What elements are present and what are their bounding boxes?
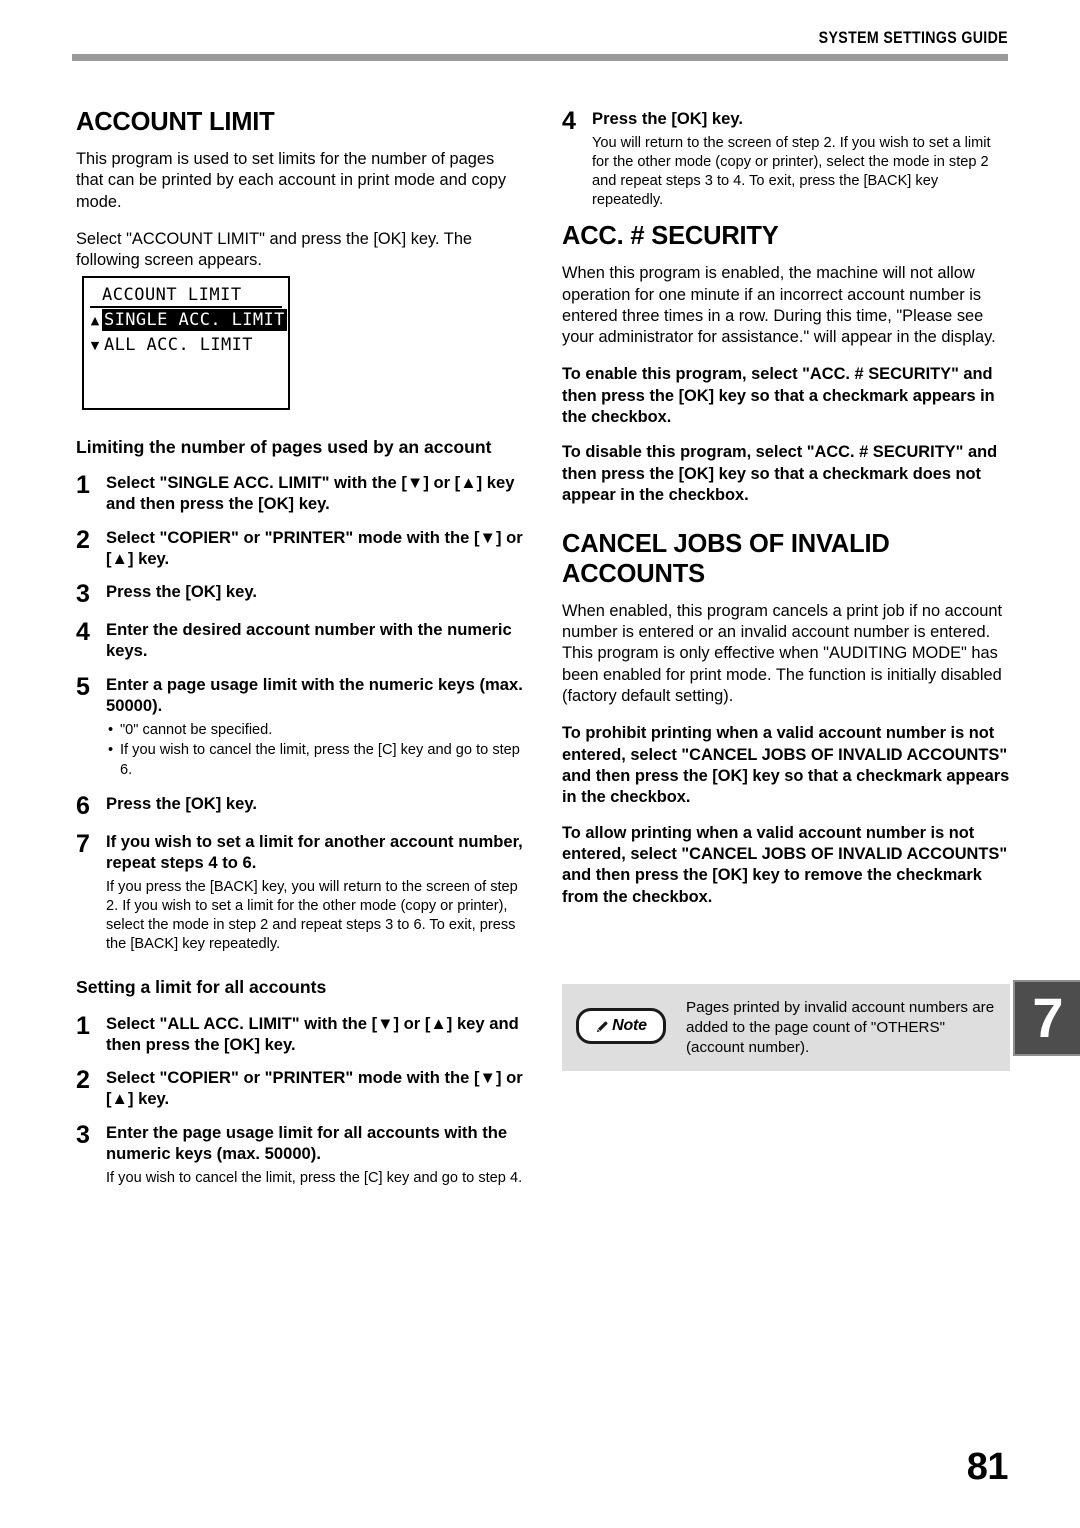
section-title-acc-security: ACC. # SECURITY [562, 222, 779, 251]
step-text: Press the [OK] key. [106, 793, 257, 813]
acc-security-enable-paragraph: To enable this program, select "ACC. # S… [562, 365, 995, 427]
step-item: 4 Press the [OK] key. You will return to… [562, 108, 1010, 210]
right-column: 4 Press the [OK] key. You will return to… [562, 108, 1010, 922]
step-number: 3 [76, 1120, 90, 1149]
cancel-jobs-paragraph: When enabled, this program cancels a pri… [562, 601, 1003, 705]
note-badge: Note [576, 1008, 666, 1044]
step-number: 1 [76, 1011, 90, 1040]
lcd-row-single-acc-limit: ▲ SINGLE ACC. LIMIT [84, 308, 288, 333]
pencil-icon [596, 1021, 608, 1032]
note-box: Note Pages printed by invalid account nu… [562, 984, 1010, 1071]
left-column: ACCOUNT LIMIT This program is used to se… [76, 108, 524, 1200]
subsection-title-all-accounts: Setting a limit for all accounts [76, 977, 327, 998]
header-divider [72, 53, 1008, 61]
bullet-item: If you wish to cancel the limit, press t… [106, 741, 524, 780]
page-title: ACCOUNT LIMIT [76, 108, 275, 136]
step-text: Press the [OK] key. [106, 582, 257, 602]
step-item: 2 Select "COPIER" or "PRINTER" mode with… [76, 527, 524, 569]
cancel-jobs-prohibit-paragraph: To prohibit printing when a valid accoun… [562, 724, 1010, 807]
step-number: 2 [76, 1066, 90, 1095]
step-item: 5 Enter a page usage limit with the nume… [76, 674, 524, 781]
intro-paragraph: This program is used to set limits for t… [76, 150, 507, 211]
step-number: 5 [76, 672, 90, 701]
step-number: 2 [76, 525, 90, 554]
step-note: If you press the [BACK] key, you will re… [106, 879, 518, 953]
step-text: Select "COPIER" or "PRINTER" mode with t… [106, 1068, 523, 1109]
scroll-up-arrow-icon: ▲ [90, 313, 100, 327]
step-item: 6 Press the [OK] key. [76, 793, 524, 819]
step-item: 3 Enter the page usage limit for all acc… [76, 1122, 524, 1188]
step-note: You will return to the screen of step 2.… [592, 135, 991, 209]
step-note: If you wish to cancel the limit, press t… [106, 1170, 523, 1187]
step-number: 7 [76, 829, 90, 858]
note-text: Pages printed by invalid account numbers… [686, 999, 995, 1057]
step-item: 1 Select "ALL ACC. LIMIT" with the [▼] o… [76, 1013, 524, 1055]
step-text: Enter the page usage limit for all accou… [106, 1122, 508, 1163]
lcd-row-all-acc-limit: ▼ ALL ACC. LIMIT [84, 333, 288, 358]
step-item: 2 Select "COPIER" or "PRINTER" mode with… [76, 1067, 524, 1109]
bullet-item: "0" cannot be specified. [106, 721, 524, 741]
page-number: 81 [966, 1446, 1009, 1488]
step-item: 3 Press the [OK] key. [76, 581, 524, 607]
step-item: 7 If you wish to set a limit for another… [76, 831, 524, 954]
step-number: 6 [76, 791, 90, 820]
page-header: SYSTEM SETTINGS GUIDE [72, 30, 1008, 61]
step-text: Select "COPIER" or "PRINTER" mode with t… [106, 527, 523, 568]
scroll-down-arrow-icon: ▼ [90, 338, 100, 352]
subsection-title-limiting-pages: Limiting the number of pages used by an … [76, 436, 492, 457]
step-number: 4 [76, 618, 90, 647]
acc-security-paragraph: When this program is enabled, the machin… [562, 264, 996, 347]
cancel-jobs-allow-paragraph: To allow printing when a valid account n… [562, 823, 1008, 906]
lcd-screen-mock: ACCOUNT LIMIT ▲ SINGLE ACC. LIMIT ▼ ALL … [82, 275, 290, 410]
section-title-cancel-jobs: CANCEL JOBS OF INVALID ACCOUNTS [562, 530, 890, 588]
step-number: 1 [76, 471, 90, 500]
step-bullet-list: "0" cannot be specified. If you wish to … [106, 721, 524, 780]
step-text: Press the [OK] key. [592, 109, 743, 128]
step-item: 4 Enter the desired account number with … [76, 619, 524, 661]
chapter-tab-number: 7 [1032, 986, 1063, 1049]
step-text: Select "SINGLE ACC. LIMIT" with the [▼] … [106, 473, 515, 514]
step-text: If you wish to set a limit for another a… [106, 831, 523, 873]
step-item: 1 Select "SINGLE ACC. LIMIT" with the [▼… [76, 472, 524, 514]
step-number: 3 [76, 580, 90, 609]
acc-security-disable-paragraph: To disable this program, select "ACC. # … [562, 443, 998, 505]
chapter-tab: 7 [1013, 980, 1080, 1056]
header-title: SYSTEM SETTINGS GUIDE [818, 29, 1008, 47]
lcd-row-label: ALL ACC. LIMIT [104, 335, 253, 356]
select-paragraph: Select "ACCOUNT LIMIT" and press the [OK… [76, 230, 473, 270]
step-text: Enter the desired account number with th… [106, 620, 512, 661]
lcd-screen-title: ACCOUNT LIMIT [90, 285, 282, 308]
note-badge-label: Note [612, 1017, 647, 1034]
step-text: Select "ALL ACC. LIMIT" with the [▼] or … [106, 1013, 519, 1054]
step-text: Enter a page usage limit with the numeri… [106, 674, 523, 715]
step-number: 4 [562, 107, 576, 135]
lcd-row-label: SINGLE ACC. LIMIT [102, 309, 287, 332]
